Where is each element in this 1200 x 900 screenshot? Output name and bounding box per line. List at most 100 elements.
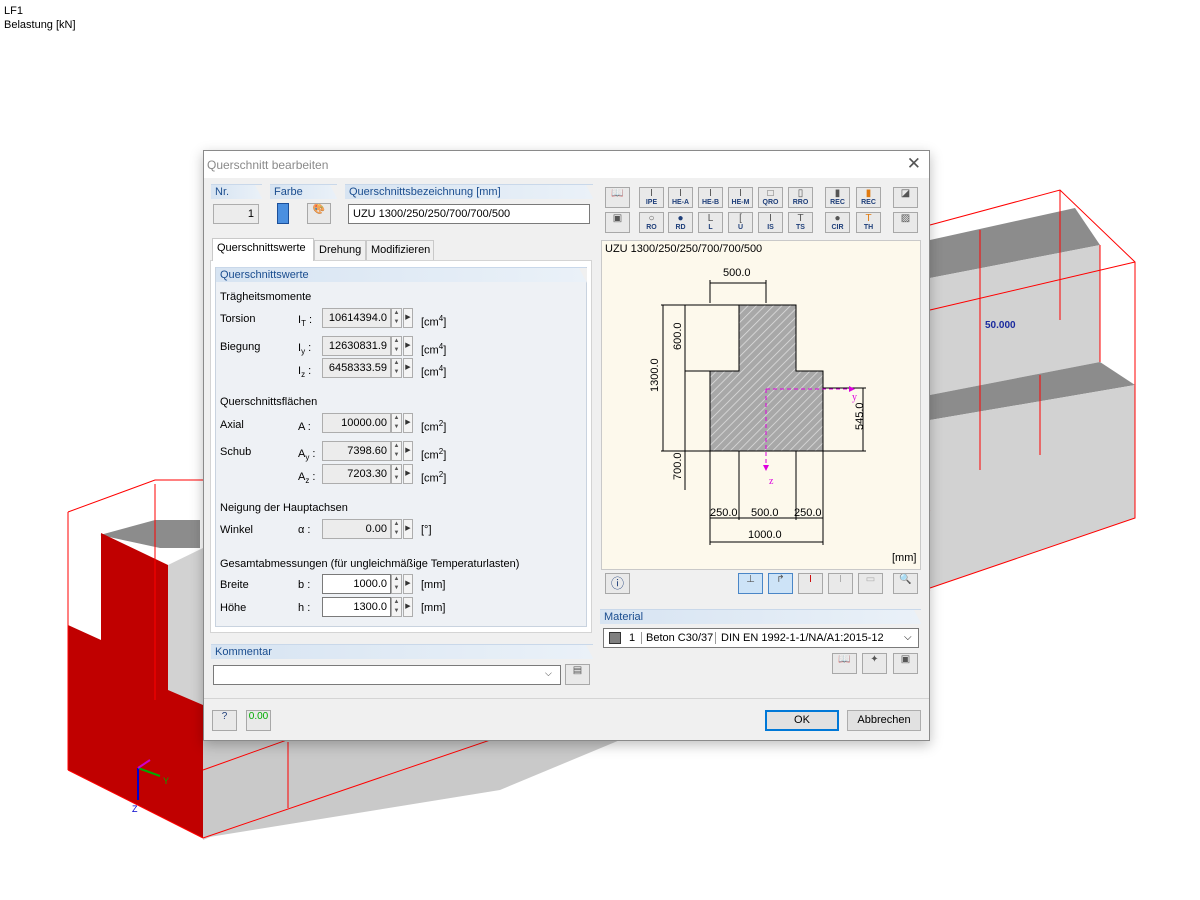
it-arrow[interactable]: ▶ xyxy=(403,308,413,328)
units-button[interactable]: 0.00 xyxy=(246,710,271,731)
material-select[interactable]: 1 Beton C30/37 DIN EN 1992-1-1/NA/A1:201… xyxy=(603,628,919,648)
ro-button[interactable]: ○ RO xyxy=(639,212,664,233)
ipe-button[interactable]: I IPE xyxy=(639,187,664,208)
reset-view-button[interactable]: 🔍 xyxy=(893,573,918,594)
thin-walled-button[interactable]: ◪ xyxy=(893,187,918,208)
l-label: L xyxy=(708,224,713,231)
iy-stepper[interactable]: 12630831.9 ▲ ▼ ▶ xyxy=(322,336,413,356)
hea-button[interactable]: I HE-A xyxy=(668,187,693,208)
block-icon: ▨ xyxy=(900,213,911,224)
b-spinner[interactable]: ▲ ▼ xyxy=(391,574,402,594)
az-arrow[interactable]: ▶ xyxy=(403,464,413,484)
u-button[interactable]: [U xyxy=(728,212,753,233)
rec-button[interactable]: ▮ REC xyxy=(825,187,850,208)
iy-spinner[interactable]: ▲ ▼ xyxy=(391,336,402,356)
edit-material-button[interactable]: ▣ xyxy=(893,653,918,674)
b-stepper[interactable]: 1000.0 ▲ ▼ ▶ xyxy=(322,574,413,594)
it-stepper[interactable]: 10614394.0 ▲ ▼ ▶ xyxy=(322,308,413,328)
ok-button[interactable]: OK xyxy=(765,710,839,731)
color-swatch[interactable] xyxy=(277,203,289,224)
dialog-titlebar[interactable]: Querschnitt bearbeiten ✕ xyxy=(204,151,929,178)
ay-stepper[interactable]: 7398.60 ▲ ▼ ▶ xyxy=(322,441,413,461)
it-spinner[interactable]: ▲ ▼ xyxy=(391,308,402,328)
h-value[interactable]: 1300.0 xyxy=(322,597,391,617)
close-icon[interactable]: ✕ xyxy=(907,155,921,172)
wireframe-left xyxy=(67,479,203,513)
az-value: 7203.30 xyxy=(322,464,391,484)
tab-modify[interactable]: Modifizieren xyxy=(366,240,434,260)
iz-unit: [cm4] xyxy=(421,364,447,379)
color-palette-button[interactable]: 🎨 xyxy=(307,203,331,224)
help-button[interactable]: ? xyxy=(212,710,237,731)
heb-button[interactable]: I HE-B xyxy=(698,187,723,208)
iz-arrow[interactable]: ▶ xyxy=(403,358,413,378)
nr-field: 1 xyxy=(213,204,259,224)
rec-concrete-button[interactable]: ▮ REC xyxy=(856,187,881,208)
tab-rotation[interactable]: Drehung xyxy=(314,240,366,260)
comment-input[interactable] xyxy=(213,665,561,685)
ay-spinner[interactable]: ▲ ▼ xyxy=(391,441,402,461)
alpha-symbol: α : xyxy=(298,524,311,536)
material-name: Beton C30/37 xyxy=(646,632,714,644)
ay-symbol: Ay : xyxy=(298,448,316,463)
rd-button[interactable]: ● RD xyxy=(668,212,693,233)
dim-700-label: 700.0 xyxy=(672,452,684,480)
rect-hollow-icon: ▯ xyxy=(797,188,804,199)
alpha-stepper[interactable]: 0.00 ▲ ▼ ▶ xyxy=(322,519,413,539)
section-library-button[interactable]: 📖 xyxy=(605,187,630,208)
b-arrow[interactable]: ▶ xyxy=(403,574,413,594)
circle-hollow-icon: ○ xyxy=(648,213,655,224)
iy-arrow[interactable]: ▶ xyxy=(403,336,413,356)
iz-stepper[interactable]: 6458333.59 ▲ ▼ ▶ xyxy=(322,358,413,378)
chevron-down-icon[interactable]: ⌵ xyxy=(545,668,552,679)
a-arrow[interactable]: ▶ xyxy=(403,413,413,433)
circle-concrete-icon: ● xyxy=(834,213,841,224)
new-material-button[interactable]: ✦ xyxy=(862,653,887,674)
user-section-button[interactable]: ▣ xyxy=(605,212,630,233)
show-c-parts-button[interactable]: I xyxy=(828,573,853,594)
alpha-spinner[interactable]: ▲ ▼ xyxy=(391,519,402,539)
l-button[interactable]: LL xyxy=(698,212,723,233)
dim-top-label: 500.0 xyxy=(723,267,751,279)
circle-solid-icon: ● xyxy=(677,213,684,224)
cir-button[interactable]: ● CIR xyxy=(825,212,850,233)
h-stepper[interactable]: 1300.0 ▲ ▼ ▶ xyxy=(322,597,413,617)
hem-label: HE-M xyxy=(731,199,750,206)
y-axis-label: Y xyxy=(163,776,169,786)
az-symbol: Az : xyxy=(298,471,316,486)
h-arrow[interactable]: ▶ xyxy=(403,597,413,617)
material-library-button[interactable]: 📖 xyxy=(832,653,857,674)
iz-spinner[interactable]: ▲ ▼ xyxy=(391,358,402,378)
schub-label: Schub xyxy=(220,446,252,458)
is-button[interactable]: I IS xyxy=(758,212,783,233)
qro-button[interactable]: □ QRO xyxy=(758,187,783,208)
ay-arrow[interactable]: ▶ xyxy=(403,441,413,461)
load-case-label: LF1 xyxy=(4,5,23,17)
b-value[interactable]: 1000.0 xyxy=(322,574,391,594)
book-icon: 📖 xyxy=(611,188,624,199)
h-spinner[interactable]: ▲ ▼ xyxy=(391,597,402,617)
ts-button[interactable]: T TS xyxy=(788,212,813,233)
material-norm: DIN EN 1992-1-1/NA/A1:2015-12 xyxy=(721,632,884,644)
show-dimensions-button[interactable]: ⊥ xyxy=(738,573,763,594)
designation-input[interactable]: UZU 1300/250/250/700/700/500 xyxy=(348,204,590,224)
a-stepper[interactable]: 10000.00 ▲ ▼ ▶ xyxy=(322,413,413,433)
hem-button[interactable]: I HE-M xyxy=(728,187,753,208)
chevron-down-icon[interactable]: ⌵ xyxy=(904,629,912,647)
show-numbering-button[interactable]: ▭ xyxy=(858,573,883,594)
az-stepper[interactable]: 7203.30 ▲ ▼ ▶ xyxy=(322,464,413,484)
dim-1000-label: 1000.0 xyxy=(748,529,782,541)
az-spinner[interactable]: ▲ ▼ xyxy=(391,464,402,484)
massive-button[interactable]: ▨ xyxy=(893,212,918,233)
rro-button[interactable]: ▯ RRO xyxy=(788,187,813,208)
info-button[interactable]: ⓘ xyxy=(605,573,630,594)
show-axes-button[interactable]: ↱ xyxy=(768,573,793,594)
c-parts-icon: I xyxy=(839,574,842,585)
th-button[interactable]: T TH xyxy=(856,212,881,233)
comment-library-button[interactable]: ▤ xyxy=(565,664,590,685)
show-stress-points-button[interactable]: I xyxy=(798,573,823,594)
cancel-button[interactable]: Abbrechen xyxy=(847,710,921,731)
alpha-arrow[interactable]: ▶ xyxy=(403,519,413,539)
a-spinner[interactable]: ▲ ▼ xyxy=(391,413,402,433)
tab-section-values[interactable]: Querschnittswerte xyxy=(212,238,314,261)
